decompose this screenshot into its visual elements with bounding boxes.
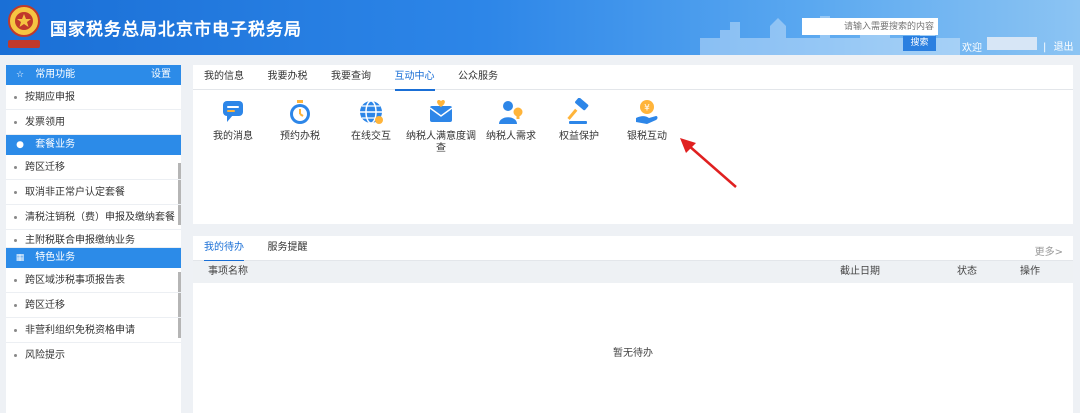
gavel-icon <box>567 98 589 124</box>
sidebar-item-label: 主附税联合申报缴纳业务 <box>25 235 135 246</box>
sidebar-item-label: 按期应申报 <box>25 92 75 103</box>
bullet-icon <box>14 215 17 219</box>
column-header-status: 状态 <box>957 266 977 277</box>
bullet-icon <box>14 190 17 194</box>
tab-tax-handling[interactable]: 我要办税 <box>268 65 308 90</box>
survey-envelope-icon <box>429 99 453 122</box>
separator: | <box>1043 42 1047 53</box>
bullet-icon <box>14 353 17 357</box>
sidebar-section-special[interactable]: ▦ 特色业务 <box>6 248 181 268</box>
bullet-icon <box>14 95 17 99</box>
site-title: 国家税务总局北京市电子税务局 <box>50 20 302 40</box>
sidebar-item-cross-region-migration-2[interactable]: 跨区迁移 <box>6 293 181 318</box>
sidebar-section-packages[interactable]: ● 套餐业务 <box>6 135 181 155</box>
todo-panel: 我的待办 服务提醒 更多> 事项名称 截止日期 状态 操作 暂无待办 <box>193 236 1073 413</box>
annotation-arrow <box>680 138 737 188</box>
tool-taxpayer-needs[interactable]: 纳税人需求 <box>476 98 546 143</box>
tool-my-messages[interactable]: 我的消息 <box>198 98 268 143</box>
search-button[interactable]: 搜索 <box>903 36 936 51</box>
tab-interaction-center[interactable]: 互动中心 <box>394 65 435 91</box>
sidebar-item-periodic-declaration[interactable]: 按期应申报 <box>6 85 181 110</box>
tool-label: 纳税人满意度调查 <box>406 131 476 154</box>
column-header-name: 事项名称 <box>208 266 248 277</box>
tool-appointment[interactable]: 预约办税 <box>265 98 335 143</box>
main-tabs: 我的信息 我要办税 我要查询 互动中心 公众服务 <box>193 65 1073 91</box>
coin-hand-icon: ¥ <box>636 100 658 124</box>
section-title: 特色业务 <box>35 252 76 263</box>
tab-my-todo[interactable]: 我的待办 <box>204 236 244 262</box>
tool-rights-protection[interactable]: 权益保护 <box>544 98 614 143</box>
stopwatch-icon <box>290 100 310 124</box>
todo-tabs: 我的待办 服务提醒 更多> <box>193 236 1073 262</box>
tool-label: 银税互动 <box>627 131 667 142</box>
person-lightbulb-icon <box>499 101 523 124</box>
bullet-icon <box>14 328 17 332</box>
star-icon: ☆ <box>15 70 25 80</box>
globe-icon <box>360 100 383 124</box>
sidebar-item-deregistration[interactable]: 清税注销税（费）申报及缴纳套餐 <box>6 205 181 230</box>
username-redacted <box>987 37 1037 50</box>
bullet-icon <box>14 120 17 124</box>
column-header-action: 操作 <box>1020 266 1040 277</box>
more-link[interactable]: 更多> <box>1035 243 1063 258</box>
tab-query[interactable]: 我要查询 <box>331 65 371 90</box>
sidebar-item-cancel-abnormal[interactable]: 取消非正常户认定套餐 <box>6 180 181 205</box>
tab-service-reminder[interactable]: 服务提醒 <box>268 236 308 261</box>
sidebar-item-label: 取消非正常户认定套餐 <box>25 187 125 198</box>
sidebar-item-label: 清税注销税（费）申报及缴纳套餐 <box>25 212 175 223</box>
search-input[interactable] <box>802 18 938 35</box>
sidebar-item-label: 跨区迁移 <box>25 300 65 311</box>
column-header-deadline: 截止日期 <box>840 266 880 277</box>
logout-area: | 退出 <box>1043 38 1074 53</box>
sidebar-section-common[interactable]: ☆ 常用功能 设置 <box>6 65 181 85</box>
section-title: 常用功能 <box>35 69 76 80</box>
sidebar-item-joint-declaration[interactable]: 主附税联合申报缴纳业务 <box>6 230 181 248</box>
empty-state-text: 暂无待办 <box>613 348 653 359</box>
bullet-icon <box>14 278 17 282</box>
table-header: 事项名称 截止日期 状态 操作 <box>193 261 1073 283</box>
sidebar-item-label: 风险提示 <box>25 350 65 361</box>
sidebar-item-nonprofit-exemption[interactable]: 非营利组织免税资格申请 <box>6 318 181 343</box>
bullet-icon <box>14 303 17 307</box>
sidebar-item-label: 跨区迁移 <box>25 162 65 173</box>
settings-link[interactable]: 设置 <box>151 65 171 85</box>
tool-grid: 我的消息 预约办税 在线交互 纳税人满意度调查 纳税人需求 权益保护 ¥ 银税互… <box>193 98 1073 218</box>
sidebar-item-label: 非营利组织免税资格申请 <box>25 325 135 336</box>
logout-link[interactable]: 退出 <box>1054 42 1074 53</box>
tool-label: 预约办税 <box>280 131 320 142</box>
sidebar-item-risk-alert[interactable]: 风险提示 <box>6 343 181 368</box>
tool-satisfaction-survey[interactable]: 纳税人满意度调查 <box>406 98 476 155</box>
tool-online-interaction[interactable]: 在线交互 <box>336 98 406 143</box>
message-icon <box>223 101 243 122</box>
sidebar: ☆ 常用功能 设置 按期应申报 发票领用 ● 套餐业务 跨区迁移 取消非正常户认… <box>6 65 181 413</box>
sidebar-item-cross-region-migration[interactable]: 跨区迁移 <box>6 155 181 180</box>
sidebar-item-label: 发票领用 <box>25 117 65 128</box>
sidebar-item-label: 跨区域涉税事项报告表 <box>25 275 125 286</box>
top-header: 国家税务总局北京市电子税务局 搜索 欢迎 | 退出 <box>0 0 1080 55</box>
bullet-icon <box>14 165 17 169</box>
section-title: 套餐业务 <box>35 139 76 150</box>
tool-label: 在线交互 <box>351 131 391 142</box>
bullet-icon <box>14 238 17 242</box>
interaction-panel: 我的信息 我要办税 我要查询 互动中心 公众服务 我的消息 预约办税 在线交互 … <box>193 65 1073 224</box>
tool-bank-tax-interaction[interactable]: ¥ 银税互动 <box>612 98 682 143</box>
grid-icon: ▦ <box>15 253 25 263</box>
tab-my-info[interactable]: 我的信息 <box>204 65 244 90</box>
svg-text:¥: ¥ <box>644 104 650 114</box>
tool-label: 纳税人需求 <box>486 131 536 142</box>
sidebar-item-cross-area-report[interactable]: 跨区域涉税事项报告表 <box>6 268 181 293</box>
sidebar-item-invoice-claim[interactable]: 发票领用 <box>6 110 181 135</box>
tool-label: 权益保护 <box>559 131 599 142</box>
tab-public-service[interactable]: 公众服务 <box>458 65 498 90</box>
tool-label: 我的消息 <box>213 131 253 142</box>
package-list: 跨区迁移 取消非正常户认定套餐 清税注销税（费）申报及缴纳套餐 主附税联合申报缴… <box>6 155 181 248</box>
package-icon: ● <box>16 140 24 150</box>
special-list: 跨区域涉税事项报告表 跨区迁移 非营利组织免税资格申请 风险提示 <box>6 268 181 368</box>
tax-emblem-icon <box>8 5 40 48</box>
welcome-text: 欢迎 <box>962 43 982 54</box>
